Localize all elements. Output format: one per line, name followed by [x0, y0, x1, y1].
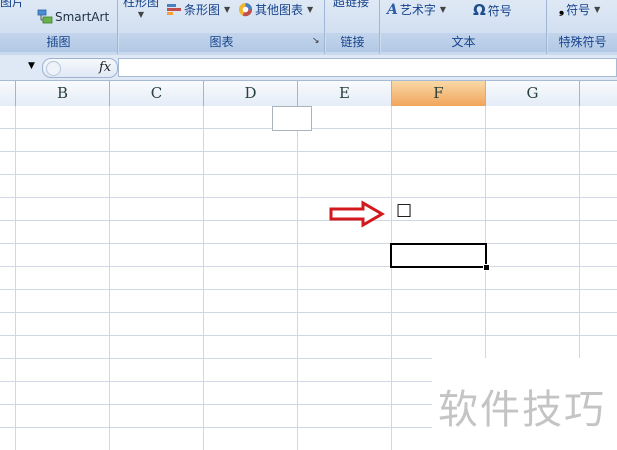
links-group-title: 链接	[326, 33, 379, 52]
smartart-button-label: SmartArt	[55, 9, 110, 24]
wordart-dropdown-icon: ▼	[439, 5, 447, 14]
links-group: 超链接 链接	[326, 0, 380, 54]
ribbon: 图片 SmartArt 插图 柱形图 ▼ 条形图 ▼ 其他图表 ▼ 图表 ↘ 超…	[0, 0, 617, 56]
bar-chart-dropdown-icon: ▼	[224, 5, 231, 14]
formula-bar: ▼ fx	[0, 55, 617, 81]
smartart-button[interactable]: SmartArt	[37, 9, 109, 24]
smartart-icon	[37, 9, 53, 24]
bar-chart-icon	[167, 3, 181, 15]
active-cell-selection[interactable]	[390, 243, 487, 268]
column-header-b[interactable]: B	[16, 81, 110, 106]
picture-button[interactable]: 图片	[0, 0, 24, 10]
formula-expand-button[interactable]	[46, 61, 61, 76]
grid-line	[0, 174, 617, 175]
right-arrow-icon	[329, 200, 385, 228]
wordart-icon: A	[387, 1, 398, 18]
grid-line	[297, 106, 298, 450]
column-chart-button-label: 柱形图	[123, 0, 160, 9]
column-chart-button[interactable]: 柱形图 ▼	[123, 0, 159, 19]
grid-line	[109, 106, 110, 450]
special-symbol-button-label: 符号	[566, 3, 591, 17]
column-header-e[interactable]: E	[298, 81, 392, 106]
watermark-text: 软件技巧	[438, 387, 606, 433]
hyperlink-button-label: 超链接	[333, 0, 370, 9]
formula-input[interactable]	[118, 58, 617, 77]
grid-line	[0, 289, 617, 290]
comma-symbol-icon: ❟	[559, 2, 565, 17]
charts-group: 柱形图 ▼ 条形图 ▼ 其他图表 ▼ 图表 ↘	[119, 0, 325, 54]
wordart-button[interactable]: A 艺术字 ▼	[387, 1, 446, 18]
formula-controls: fx	[42, 58, 118, 78]
column-header-c[interactable]: C	[110, 81, 204, 106]
bar-chart-button-label: 条形图	[184, 3, 221, 17]
symbol-button-label: 符号	[487, 3, 512, 18]
grid-line	[15, 106, 16, 450]
column-header-g[interactable]: G	[486, 81, 580, 106]
name-box-dropdown-icon[interactable]: ▼	[28, 61, 35, 71]
column-header-d[interactable]: D	[204, 81, 298, 106]
wordart-button-label: 艺术字	[399, 3, 436, 17]
hyperlink-button[interactable]: 超链接	[333, 0, 369, 10]
column-header-h[interactable]	[580, 81, 617, 106]
other-charts-button[interactable]: 其他图表 ▼	[238, 1, 313, 18]
grid-line	[0, 312, 617, 313]
illustrations-group-title: 插图	[0, 33, 117, 52]
symbol-button[interactable]: Ω 符号	[473, 1, 512, 19]
cell-f6-symbol[interactable]: □	[396, 200, 413, 220]
bar-chart-button[interactable]: 条形图 ▼	[166, 1, 230, 18]
special-symbols-group: ❟ 符号 ▼ 特殊符号	[548, 0, 617, 54]
column-header-row: B C D E F G	[0, 81, 617, 107]
special-symbol-button[interactable]: ❟ 符号 ▼	[559, 1, 600, 18]
grid-line	[0, 266, 617, 267]
special-symbol-dropdown-icon: ▼	[594, 5, 601, 14]
grid-line	[0, 243, 617, 244]
special-symbols-group-title: 特殊符号	[548, 33, 617, 52]
picture-button-label: 图片	[0, 0, 25, 9]
other-charts-button-label: 其他图表	[255, 3, 304, 17]
grid-line	[0, 220, 617, 221]
grid-line	[391, 106, 392, 450]
column-header-f[interactable]: F	[392, 81, 486, 106]
insert-function-icon[interactable]: fx	[99, 59, 111, 77]
grid-line	[0, 197, 617, 198]
column-chart-dropdown-icon: ▼	[137, 10, 145, 19]
grid-line	[0, 335, 617, 336]
text-group: A 艺术字 ▼ Ω 符号 文本	[381, 0, 547, 54]
fill-handle[interactable]	[483, 264, 490, 271]
charts-group-title: 图表	[119, 33, 324, 52]
column-header-a[interactable]	[0, 81, 16, 106]
grid-line	[0, 151, 617, 152]
column-width-tooltip	[272, 106, 312, 131]
grid-line	[203, 106, 204, 450]
text-group-title: 文本	[381, 33, 546, 52]
other-charts-icon	[238, 2, 253, 17]
illustrations-group: 图片 SmartArt 插图	[0, 0, 118, 54]
omega-icon: Ω	[473, 1, 486, 19]
dialog-launcher-icon[interactable]: ↘	[312, 37, 321, 46]
other-charts-dropdown-icon: ▼	[307, 5, 314, 14]
